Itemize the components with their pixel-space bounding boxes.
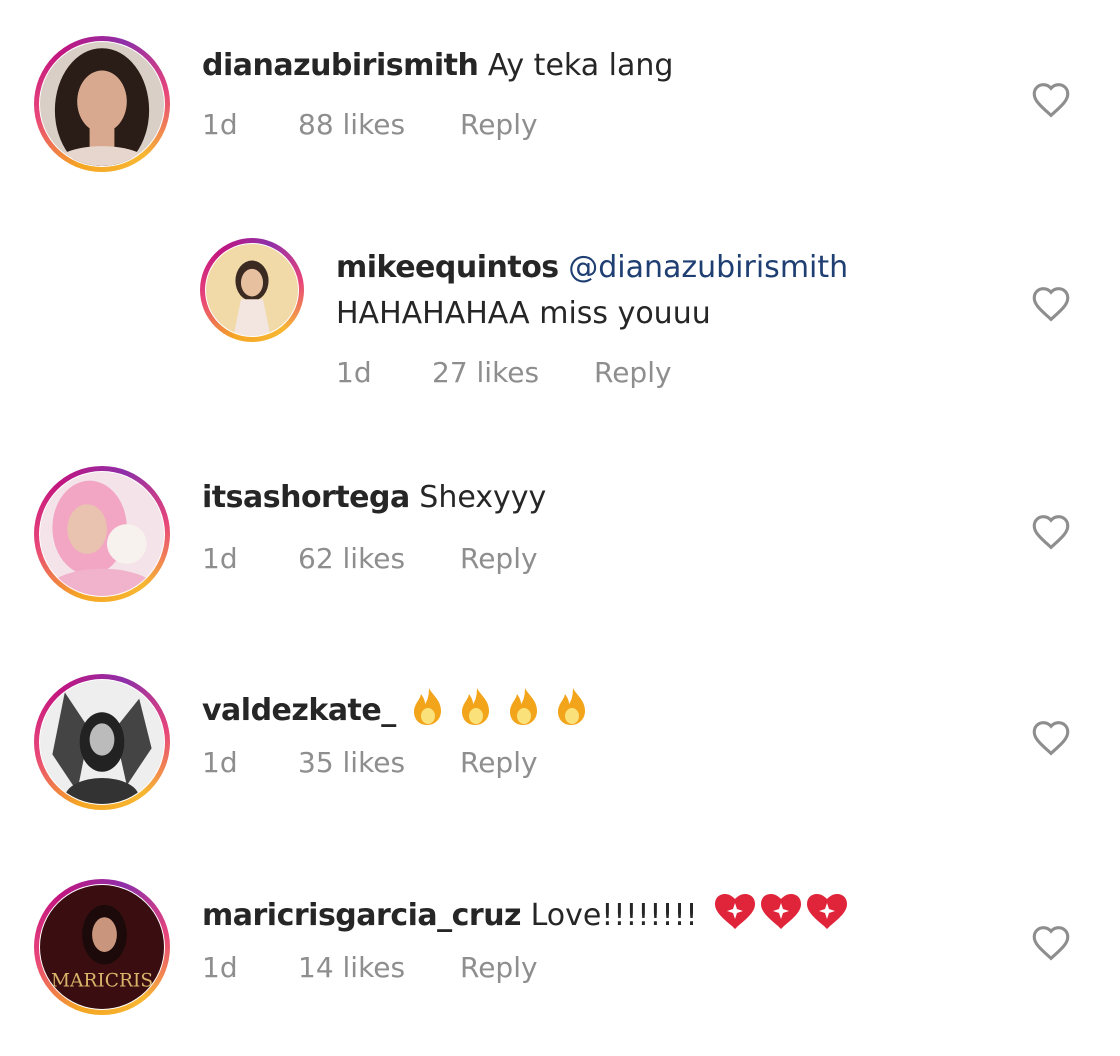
mention-link[interactable]: @dianazubirismith bbox=[568, 250, 848, 285]
likes-count[interactable]: 62 likes bbox=[298, 542, 405, 576]
comment-text-line: valdezkate_ bbox=[202, 686, 591, 735]
username[interactable]: mikeequintos bbox=[336, 250, 559, 285]
comment-item: itsashortega Shexyyy 1d 62 likes Reply bbox=[0, 430, 1120, 640]
comment-text: Shexyyy bbox=[419, 480, 547, 515]
sparkling-heart-emoji-group bbox=[713, 891, 853, 940]
comment-text-line: mikeequintos @dianazubirismith bbox=[336, 250, 848, 286]
comment-text: HAHAHAHAA miss youuu bbox=[336, 296, 711, 331]
comment-text-line: itsashortega Shexyyy bbox=[202, 480, 546, 516]
reply-button[interactable]: Reply bbox=[460, 746, 538, 780]
comment-age: 1d bbox=[202, 542, 238, 575]
username[interactable]: itsashortega bbox=[202, 480, 410, 515]
username[interactable]: dianazubirismith bbox=[202, 48, 479, 83]
comment-text-line: dianazubirismith Ay teka lang bbox=[202, 48, 673, 84]
profile-photo bbox=[206, 244, 298, 336]
comment-text: Love!!!!!!!! bbox=[530, 898, 698, 933]
avatar[interactable] bbox=[34, 36, 170, 172]
reply-button[interactable]: Reply bbox=[460, 542, 538, 576]
likes-count[interactable]: 14 likes bbox=[298, 951, 405, 985]
avatar[interactable] bbox=[34, 466, 170, 602]
likes-count[interactable]: 88 likes bbox=[298, 108, 405, 142]
profile-photo: MARICRIS bbox=[40, 885, 164, 1009]
comment-item: valdezkate_ 1d 35 likes Reply bbox=[0, 640, 1120, 845]
reply-button[interactable]: Reply bbox=[460, 951, 538, 985]
reply-comment-item: mikeequintos @dianazubirismith HAHAHAHAA… bbox=[0, 200, 1120, 430]
avatar-logo-text: MARICRIS bbox=[51, 971, 153, 992]
comment-text-line: maricrisgarcia_cruz Love!!!!!!!! bbox=[202, 891, 853, 940]
reply-button[interactable]: Reply bbox=[594, 356, 672, 390]
comment-age: 1d bbox=[202, 108, 238, 141]
username[interactable]: valdezkate_ bbox=[202, 693, 396, 728]
fire-emoji-group bbox=[411, 686, 591, 735]
sparkling-heart-icon bbox=[715, 894, 848, 929]
comment-item: dianazubirismith Ay teka lang 1d 88 like… bbox=[0, 0, 1120, 200]
fire-icon bbox=[414, 688, 586, 725]
comment-age: 1d bbox=[202, 951, 238, 984]
avatar[interactable]: MARICRIS bbox=[34, 879, 170, 1015]
comment-age: 1d bbox=[336, 356, 372, 389]
like-heart-icon[interactable] bbox=[1030, 80, 1072, 118]
like-heart-icon[interactable] bbox=[1030, 512, 1072, 550]
profile-photo bbox=[40, 680, 164, 804]
like-heart-icon[interactable] bbox=[1030, 718, 1072, 756]
likes-count[interactable]: 35 likes bbox=[298, 746, 405, 780]
like-heart-icon[interactable] bbox=[1030, 284, 1072, 322]
comment-item: MARICRIS maricrisgarcia_cruz Love!!!!!!!… bbox=[0, 845, 1120, 1056]
comment-text: Ay teka lang bbox=[487, 48, 674, 83]
comment-age: 1d bbox=[202, 746, 238, 779]
profile-photo bbox=[40, 42, 164, 166]
profile-photo bbox=[40, 472, 164, 596]
likes-count[interactable]: 27 likes bbox=[432, 356, 539, 390]
avatar[interactable] bbox=[200, 238, 304, 342]
like-heart-icon[interactable] bbox=[1030, 923, 1072, 961]
username[interactable]: maricrisgarcia_cruz bbox=[202, 898, 522, 933]
reply-button[interactable]: Reply bbox=[460, 108, 538, 142]
avatar[interactable] bbox=[34, 674, 170, 810]
